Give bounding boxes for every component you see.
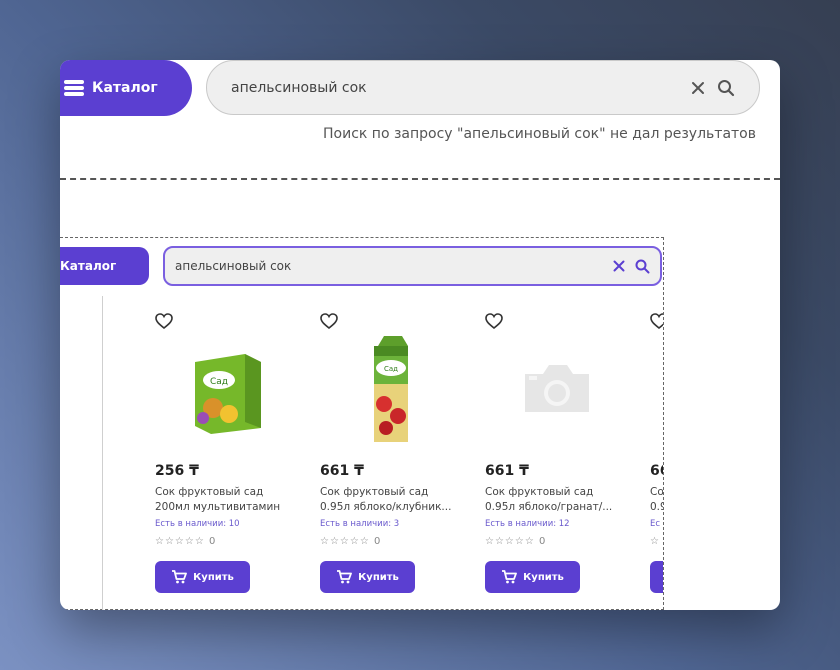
cart-icon xyxy=(337,570,353,584)
camera-placeholder-icon xyxy=(517,341,597,436)
svg-text:Сад: Сад xyxy=(210,377,228,387)
buy-button[interactable]: Купить xyxy=(155,561,250,593)
rating-stars: ☆☆☆☆☆ xyxy=(485,536,535,547)
results-frame: Каталог апельсиновый сок Сад 256 ₸ Сок ф… xyxy=(60,237,664,610)
rating-count: 0 xyxy=(539,536,547,547)
search-icon[interactable] xyxy=(635,259,650,274)
rating-stars: ☆☆☆☆☆ xyxy=(320,536,370,547)
product-card[interactable]: 66 Со 0.9 Ес ☆ xyxy=(650,313,663,610)
catalog-label-small: Каталог xyxy=(60,259,117,273)
stock-status: Есть в наличии: 3 xyxy=(320,519,400,529)
clear-icon[interactable] xyxy=(691,81,705,95)
heart-icon[interactable] xyxy=(485,313,503,329)
product-name[interactable]: Сок фруктовый сад 200мл мультивитамин xyxy=(155,485,295,515)
product-image[interactable]: Сад xyxy=(187,341,267,436)
heart-icon[interactable] xyxy=(155,313,173,329)
search-input-small[interactable]: апельсиновый сок xyxy=(163,246,662,286)
buy-button[interactable]: Купить xyxy=(485,561,580,593)
product-price: 256 ₸ xyxy=(155,463,199,479)
product-price: 661 ₸ xyxy=(485,463,529,479)
rating-count: 0 xyxy=(374,536,382,547)
catalog-button[interactable]: Каталог xyxy=(60,60,192,116)
rating: ☆☆☆☆☆ 0 xyxy=(155,536,216,547)
catalog-label: Каталог xyxy=(92,80,158,96)
rating: ☆☆☆☆☆ 0 xyxy=(485,536,546,547)
buy-label: Купить xyxy=(358,571,399,583)
product-price: 66 xyxy=(650,463,663,479)
clear-icon[interactable] xyxy=(613,260,625,272)
search-input[interactable]: апельсиновый сок xyxy=(206,60,760,115)
buy-button[interactable]: Купить xyxy=(320,561,415,593)
sidebar-divider xyxy=(102,296,103,610)
product-name[interactable]: Сок фруктовый сад 0.95л яблоко/клубник..… xyxy=(320,485,460,515)
buy-label: Купить xyxy=(523,571,564,583)
buy-label: Купить xyxy=(193,571,234,583)
search-value-small: апельсиновый сок xyxy=(175,259,292,273)
svg-text:Сад: Сад xyxy=(384,365,398,373)
heart-icon[interactable] xyxy=(650,313,663,329)
burger-icon xyxy=(64,80,84,96)
section-divider xyxy=(60,178,780,180)
rating-count: 0 xyxy=(209,536,217,547)
product-name[interactable]: Сок фруктовый сад 0.95л яблоко/гранат/..… xyxy=(485,485,625,515)
rating: ☆☆☆☆☆ 0 xyxy=(320,536,381,547)
stock-status: Есть в наличии: 10 xyxy=(155,519,240,529)
product-name[interactable]: Со 0.9 xyxy=(650,485,663,515)
product-image[interactable]: Сад xyxy=(368,335,412,442)
search-icon[interactable] xyxy=(717,79,735,97)
cart-icon xyxy=(172,570,188,584)
rating: ☆ xyxy=(650,536,660,547)
no-results-message: Поиск по запросу "апельсиновый сок" не д… xyxy=(323,126,756,142)
product-price: 661 ₸ xyxy=(320,463,364,479)
rating-stars: ☆ xyxy=(650,536,660,547)
stock-status: Есть в наличии: 12 xyxy=(485,519,570,529)
search-value: апельсиновый сок xyxy=(231,79,367,96)
browser-window: Каталог апельсиновый сок Поиск по запрос… xyxy=(60,60,780,610)
stock-status: Ес xyxy=(650,519,661,529)
rating-stars: ☆☆☆☆☆ xyxy=(155,536,205,547)
heart-icon[interactable] xyxy=(320,313,338,329)
catalog-button-small[interactable]: Каталог xyxy=(60,247,149,285)
cart-icon xyxy=(502,570,518,584)
buy-button[interactable] xyxy=(650,561,663,593)
